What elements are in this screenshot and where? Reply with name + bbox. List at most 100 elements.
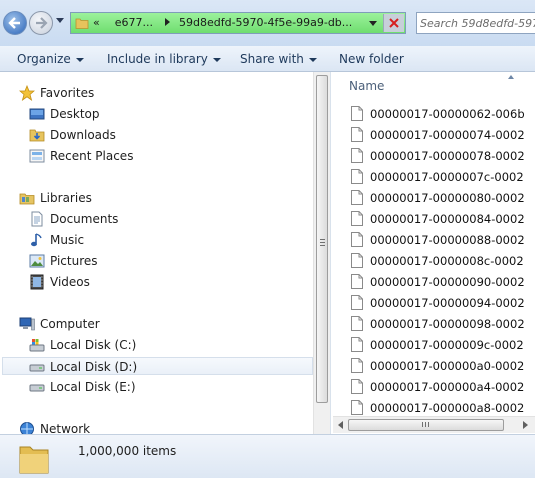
file-row[interactable]: 00000017-00000080-0002 (351, 188, 535, 208)
nav-item-label: Local Disk (C:) (50, 338, 137, 352)
nav-network[interactable]: Network (19, 420, 299, 434)
nav-libraries[interactable]: Libraries (19, 189, 299, 207)
navigation-pane-scrollbar[interactable] (313, 72, 330, 434)
folder-icon (75, 18, 89, 29)
libraries-icon (19, 193, 35, 205)
nav-item-pictures[interactable]: Pictures (29, 252, 299, 270)
organize-menu-button[interactable]: Organize (17, 51, 84, 67)
file-name: 00000017-00000088-0002 (370, 233, 525, 247)
scroll-left-arrow-icon[interactable] (338, 421, 343, 429)
file-icon (351, 148, 363, 163)
nav-item-local-disk-c[interactable]: Local Disk (C:) (29, 336, 299, 354)
grip-line (422, 422, 423, 427)
nav-favorites[interactable]: Favorites (19, 84, 299, 102)
nav-item-local-disk-d[interactable]: Local Disk (D:) (2, 357, 313, 375)
file-icon (351, 190, 363, 205)
computer-icon (19, 317, 35, 331)
column-header-name[interactable]: Name (349, 79, 384, 93)
nav-item-desktop[interactable]: Desktop (29, 105, 299, 123)
file-row[interactable]: 00000017-00000098-0002 (351, 314, 535, 334)
file-icon (351, 169, 363, 184)
organize-label: Organize (17, 52, 71, 66)
forward-button[interactable] (29, 11, 53, 35)
nav-computer[interactable]: Computer (19, 315, 299, 333)
file-name: 00000017-00000094-0002 (370, 296, 525, 310)
scrollbar-thumb[interactable] (348, 419, 504, 431)
file-name: 00000017-000000a4-0002 (370, 380, 525, 394)
pictures-icon (29, 254, 45, 268)
include-in-library-label: Include in library (107, 52, 208, 66)
file-icon (351, 295, 363, 310)
network-icon (20, 422, 34, 434)
nav-item-recent-places[interactable]: Recent Places (29, 147, 299, 165)
file-icon (351, 253, 363, 268)
file-row[interactable]: 00000017-00000084-0002 (351, 209, 535, 229)
videos-icon (30, 274, 44, 290)
address-history-dropdown[interactable] (369, 21, 377, 26)
file-row[interactable]: 00000017-000000a0-0002 (351, 356, 535, 376)
file-icon (351, 358, 363, 373)
breadcrumb-item-parent[interactable]: e677... (115, 16, 153, 29)
file-row[interactable]: 00000017-0000009c-0002 (351, 335, 535, 355)
nav-item-local-disk-e[interactable]: Local Disk (E:) (29, 378, 299, 396)
file-row[interactable]: 00000017-00000094-0002 (351, 293, 535, 313)
grip-line (320, 239, 325, 240)
breadcrumb-separator-icon[interactable] (164, 18, 170, 26)
file-row[interactable]: 00000017-0000008c-0002 (351, 251, 535, 271)
file-row[interactable]: 00000017-00000090-0002 (351, 272, 535, 292)
file-icon (351, 316, 363, 331)
file-row[interactable]: 00000017-000000a4-0002 (351, 377, 535, 397)
stop-button[interactable] (383, 14, 404, 32)
file-icon (351, 211, 363, 226)
nav-item-music[interactable]: Music (29, 231, 299, 249)
new-folder-button[interactable]: New folder (339, 51, 404, 67)
navigation-pane: Favorites Desktop Downloads Recent Place… (0, 72, 313, 434)
nav-network-label: Network (40, 422, 91, 434)
chevron-down-icon (212, 57, 221, 62)
system-drive-icon (29, 339, 45, 352)
back-arrow-icon (8, 17, 20, 29)
file-icon (351, 127, 363, 142)
nav-item-label: Music (50, 233, 85, 247)
command-bar: Organize Include in library Share with N… (0, 46, 535, 72)
breadcrumb-overflow[interactable]: « (93, 16, 100, 29)
drive-icon (29, 364, 45, 372)
nav-item-videos[interactable]: Videos (29, 273, 299, 291)
file-name: 00000017-000000a8-0002 (370, 401, 525, 415)
nav-item-label: Local Disk (E:) (50, 380, 136, 394)
search-input[interactable] (420, 14, 535, 32)
file-name: 00000017-00000078-0002 (370, 149, 525, 163)
downloads-folder-icon (29, 129, 45, 142)
file-row[interactable]: 00000017-00000088-0002 (351, 230, 535, 250)
file-row[interactable]: 00000017-00000074-0002 (351, 125, 535, 145)
scroll-right-arrow-icon[interactable] (523, 421, 528, 429)
scrollbar-thumb[interactable] (316, 75, 328, 403)
breadcrumb: « e677... 59d8edfd-5970-4f5e-99a9-db... (93, 16, 352, 30)
file-icon (351, 232, 363, 247)
share-with-button[interactable]: Share with (240, 51, 317, 67)
back-button[interactable] (3, 11, 27, 35)
address-bar[interactable]: « e677... 59d8edfd-5970-4f5e-99a9-db... (70, 12, 406, 34)
drive-icon (29, 384, 45, 392)
nav-item-downloads[interactable]: Downloads (29, 126, 299, 144)
file-row[interactable]: 00000017-0000007c-0002 (351, 167, 535, 187)
file-icon (351, 379, 363, 394)
file-icon (351, 274, 363, 289)
item-count: 1,000,000 items (78, 444, 177, 458)
grip-line (428, 422, 429, 427)
file-icon (351, 106, 363, 121)
recent-pages-dropdown[interactable] (56, 18, 64, 23)
file-name: 00000017-00000062-006b (370, 107, 525, 121)
breadcrumb-item-current[interactable]: 59d8edfd-5970-4f5e-99a9-db... (179, 16, 352, 29)
nav-item-label: Local Disk (D:) (50, 360, 138, 374)
include-in-library-button[interactable]: Include in library (107, 51, 221, 67)
nav-item-label: Desktop (50, 107, 100, 121)
music-icon (31, 233, 42, 247)
file-row[interactable]: 00000017-00000062-006b (351, 104, 535, 124)
file-row[interactable]: 00000017-00000078-0002 (351, 146, 535, 166)
search-box[interactable] (416, 12, 535, 34)
file-name: 00000017-0000007c-0002 (370, 170, 524, 184)
file-row[interactable]: 00000017-000000a8-0002 (351, 398, 535, 418)
file-list-horizontal-scrollbar[interactable] (333, 416, 535, 433)
nav-item-documents[interactable]: Documents (29, 210, 299, 228)
